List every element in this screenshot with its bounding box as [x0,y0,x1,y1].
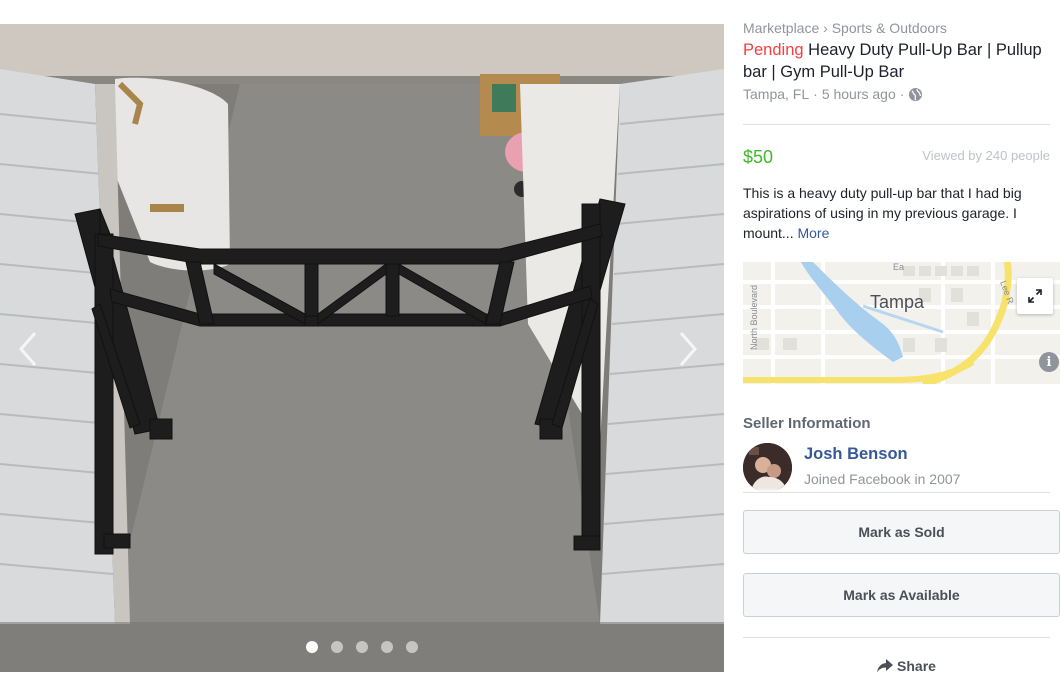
see-more-link[interactable]: More [797,225,829,241]
listing-title: Pending Heavy Duty Pull-Up Bar | Pullup … [743,39,1043,83]
mark-as-sold-button[interactable]: Mark as Sold [743,510,1060,554]
status-badge: Pending [743,41,804,59]
breadcrumb: Marketplace › Sports & Outdoors [743,20,947,36]
meta-separator: · [899,86,905,102]
info-icon[interactable]: i [1039,352,1059,372]
chevron-right-icon [679,332,697,366]
divider [743,492,1050,493]
share-label: Share [897,658,936,674]
breadcrumb-marketplace[interactable]: Marketplace [743,20,819,36]
seller-joined-date: Joined Facebook in 2007 [804,471,961,487]
listing-posted-time[interactable]: 5 hours ago [822,86,896,102]
share-button[interactable]: Share [743,658,1060,674]
breadcrumb-separator: › [823,20,828,36]
map-tiles: North Boulevard Ea Lee R [743,262,1060,384]
divider [743,124,1050,125]
photo-dot-5[interactable] [406,641,418,653]
map-street-north-boulevard: North Boulevard [749,285,759,350]
next-photo-button[interactable] [668,324,708,374]
photo-gallery[interactable] [0,24,724,672]
listing-description: This is a heavy duty pull-up bar that I … [743,183,1043,243]
map-street-east: Ea [893,262,904,272]
chevron-left-icon [19,332,37,366]
share-arrow-icon [877,659,894,673]
listing-meta: Tampa, FL · 5 hours ago · [743,86,923,102]
photo-pagination [0,641,724,653]
map-city-label: Tampa [870,292,925,312]
location-map[interactable]: North Boulevard Ea Lee R Tampa i [743,262,1060,384]
seller-info-heading: Seller Information [743,415,871,432]
photo-dot-3[interactable] [356,641,368,653]
breadcrumb-category[interactable]: Sports & Outdoors [832,20,947,36]
expand-map-button[interactable] [1017,278,1053,314]
seller-photo [743,443,792,492]
listing-photo [0,24,724,672]
photo-dot-1[interactable] [306,641,318,653]
divider [743,637,1050,638]
photo-dot-2[interactable] [331,641,343,653]
listing-location[interactable]: Tampa, FL [743,86,809,102]
photo-dot-4[interactable] [381,641,393,653]
globe-icon[interactable] [908,87,923,102]
view-count: Viewed by 240 people [922,148,1050,163]
seller-name-link[interactable]: Josh Benson [804,445,908,464]
expand-icon [1028,289,1042,303]
listing-details-panel: Marketplace › Sports & Outdoors Pending … [743,0,1060,692]
previous-photo-button[interactable] [8,324,48,374]
mark-as-available-button[interactable]: Mark as Available [743,573,1060,617]
avatar[interactable] [743,443,792,492]
listing-price: $50 [743,147,774,167]
meta-separator: · [813,86,818,102]
description-text: This is a heavy duty pull-up bar that I … [743,185,1022,241]
